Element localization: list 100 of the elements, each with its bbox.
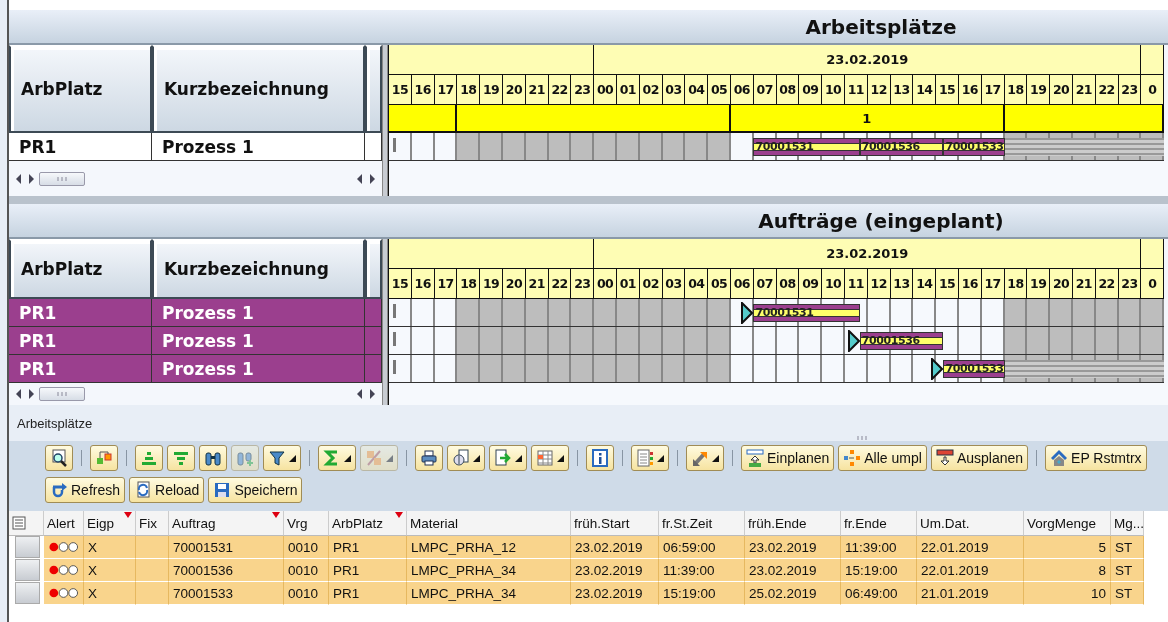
table-cell: 8 — [1024, 559, 1111, 582]
column-header[interactable]: Mg... — [1111, 511, 1144, 536]
hour-header: 12 — [867, 75, 891, 105]
table-cell[interactable]: PR1 — [9, 327, 152, 355]
column-header[interactable]: ArbPlatz — [9, 45, 152, 133]
column-header[interactable]: Vrg — [284, 511, 329, 536]
toolbar-button[interactable] — [415, 445, 443, 471]
table-cell[interactable]: PR1 — [9, 133, 152, 161]
time-slot — [525, 133, 549, 160]
column-header[interactable]: Kurzbezeichnung — [152, 239, 365, 299]
order-bar[interactable]: 70001531 — [753, 304, 860, 322]
time-slot — [616, 133, 640, 160]
column-header[interactable]: Material — [407, 511, 571, 536]
hour-header: 07 — [753, 269, 777, 299]
time-slot — [548, 327, 572, 354]
table-cell — [136, 582, 169, 605]
caret-icon — [712, 454, 719, 462]
toolbar-button[interactable] — [447, 445, 485, 471]
table-cell[interactable] — [365, 327, 382, 355]
date-header: 23.02.2019 — [594, 239, 1142, 269]
time-slot — [1141, 327, 1165, 354]
column-header[interactable]: ArbPlatz — [329, 511, 407, 536]
toolbar-button[interactable]: Speichern — [208, 477, 303, 503]
hour-header: 16 — [411, 75, 435, 105]
toolbar-button[interactable] — [489, 445, 527, 471]
column-header[interactable]: Auftrag — [169, 511, 284, 536]
scroll-left-icon[interactable] — [356, 389, 364, 399]
column-header[interactable]: fr.Ende — [841, 511, 917, 536]
toolbar-button[interactable] — [263, 445, 301, 471]
column-header[interactable]: Alert — [44, 511, 84, 536]
table-cell[interactable]: PR1 — [9, 299, 152, 327]
scroll-left-icon[interactable] — [356, 173, 364, 184]
grip-icon[interactable] — [56, 176, 68, 181]
hour-header: 22 — [1095, 269, 1119, 299]
order-bar[interactable]: 70001536 — [859, 332, 944, 350]
toolbar-button[interactable]: Einplanen — [741, 445, 835, 471]
table-cell: 10 — [1024, 582, 1111, 605]
table-cell: 06:49:00 — [841, 582, 917, 605]
table-cell[interactable]: PR1 — [9, 355, 152, 383]
toolbar-button[interactable]: EP Rstmtrx — [1045, 445, 1147, 471]
table-cell[interactable]: Prozess 1 — [152, 133, 365, 161]
toolbar-button[interactable]: Refresh — [45, 477, 126, 503]
hour-header: 06 — [730, 75, 754, 105]
shift-band: 1 — [731, 105, 1005, 133]
scroll-right-icon[interactable] — [27, 389, 35, 399]
toolbar-button[interactable]: Ausplanen — [930, 445, 1029, 471]
toolbar-button[interactable] — [531, 445, 569, 471]
table-cell[interactable]: Prozess 1 — [152, 355, 365, 383]
order-bar[interactable]: 70001536 — [859, 138, 944, 156]
table-cell[interactable] — [365, 299, 382, 327]
toolbar-button[interactable] — [586, 445, 614, 471]
column-header[interactable]: Kurzbezeichnung — [152, 45, 365, 133]
scroll-left-icon[interactable] — [15, 173, 23, 184]
scroll-right-icon[interactable] — [368, 389, 376, 399]
time-slot — [685, 299, 709, 326]
hour-header: 19 — [1027, 269, 1051, 299]
table-cell[interactable]: Prozess 1 — [152, 299, 365, 327]
toolbar-button[interactable]: Reload — [129, 477, 205, 503]
column-header[interactable]: Fix — [136, 511, 169, 536]
order-bar[interactable]: 70001533 — [943, 138, 1005, 156]
scroll-left-icon[interactable] — [15, 389, 23, 399]
table-cell[interactable]: Prozess 1 — [152, 327, 365, 355]
time-slot — [594, 299, 617, 326]
table-cell[interactable] — [365, 355, 382, 383]
toolbar-button[interactable] — [199, 445, 227, 471]
toolbar-button[interactable]: Alle umpl — [838, 445, 927, 471]
scroll-thumb[interactable] — [39, 171, 85, 186]
column-header[interactable]: Um.Dat. — [917, 511, 1024, 536]
grip-icon[interactable] — [856, 435, 868, 440]
grip-icon[interactable] — [56, 392, 68, 396]
scroll-right-icon[interactable] — [368, 173, 376, 184]
toolbar-button[interactable] — [686, 445, 724, 471]
table-cell: ST — [1111, 582, 1144, 605]
scroll-right-icon[interactable] — [27, 173, 35, 184]
time-slot — [1141, 299, 1165, 326]
scroll-thumb[interactable] — [39, 387, 85, 401]
column-header[interactable]: fr.St.Zeit — [659, 511, 745, 536]
hour-header: 23 — [571, 75, 595, 105]
hour-header: 00 — [594, 269, 617, 299]
column-header[interactable]: ArbPlatz — [9, 239, 152, 299]
hour-header: 15 — [389, 75, 412, 105]
column-header[interactable]: Eigp — [84, 511, 136, 536]
hierarchy-icon — [95, 449, 113, 467]
toolbar-button[interactable] — [45, 445, 73, 471]
column-header[interactable]: VorgMenge — [1024, 511, 1111, 536]
subtotal-icon — [365, 449, 383, 467]
column-header[interactable]: früh.Ende — [745, 511, 841, 536]
select-all-icon[interactable] — [12, 516, 26, 530]
table-cell: 21.01.2019 — [917, 582, 1024, 605]
order-bar[interactable]: 70001533 — [943, 360, 1005, 378]
toolbar-button[interactable] — [318, 445, 356, 471]
hour-header: 00 — [594, 75, 617, 105]
hour-header: 01 — [616, 269, 640, 299]
toolbar-button[interactable] — [631, 445, 669, 471]
order-bar[interactable]: 70001531 — [753, 138, 860, 156]
table-cell: 70001531 — [169, 536, 284, 559]
column-header[interactable]: früh.Start — [571, 511, 659, 536]
diagonal-arrows-icon — [691, 449, 709, 467]
table-cell[interactable] — [365, 133, 382, 161]
table-cell: 22.01.2019 — [917, 536, 1024, 559]
